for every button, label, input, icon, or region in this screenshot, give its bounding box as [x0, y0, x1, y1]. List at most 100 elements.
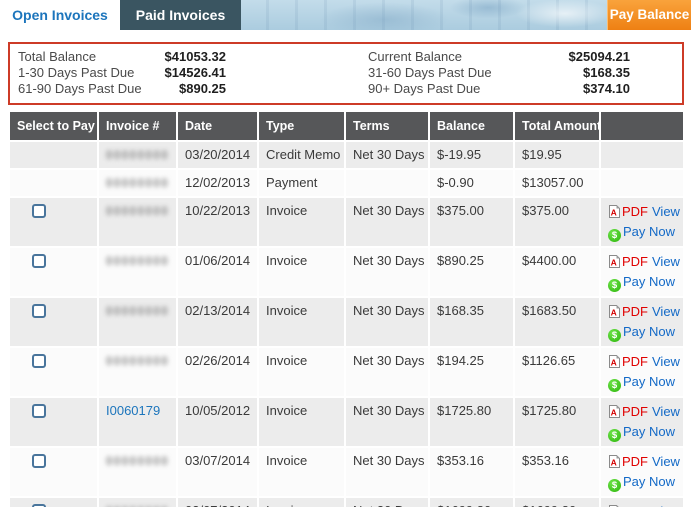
- select-to-pay-cell: [8, 246, 99, 298]
- balance-cell: $1725.80: [428, 396, 515, 448]
- svg-text:A: A: [611, 358, 617, 368]
- pay-balance-button[interactable]: Pay Balance: [607, 0, 691, 30]
- invoice-number-cell: 00000000: [97, 168, 178, 198]
- pay-now-link[interactable]: Pay Now: [623, 374, 675, 389]
- invoice-number-cell: I0060179: [97, 396, 178, 448]
- invoice-number-cell: 00000000: [97, 246, 178, 298]
- select-invoice-checkbox[interactable]: [32, 304, 46, 318]
- view-link[interactable]: View: [652, 354, 680, 369]
- actions-cell: A PDF View $Pay Now: [599, 346, 685, 398]
- total-amount-cell: $1699.80: [513, 496, 601, 507]
- column-header-balance: Balance: [428, 110, 515, 142]
- date-cell: 02/26/2014: [176, 346, 259, 398]
- invoice-number-cell: 00000000: [97, 346, 178, 398]
- pay-now-link[interactable]: Pay Now: [623, 424, 675, 439]
- total-amount-cell: $1725.80: [513, 396, 601, 448]
- select-invoice-checkbox[interactable]: [32, 204, 46, 218]
- column-header-total-amount: Total Amount: [513, 110, 601, 142]
- pay-now-link[interactable]: Pay Now: [623, 474, 675, 489]
- select-to-pay-cell: [8, 296, 99, 348]
- date-cell: 10/22/2013: [176, 196, 259, 248]
- invoice-number-link[interactable]: I0060179: [106, 403, 160, 418]
- invoice-row: I0060179 10/05/2012 Invoice Net 30 Days $172…: [8, 396, 685, 448]
- summary-label: Total Balance: [18, 49, 97, 64]
- pay-now-link[interactable]: Pay Now: [623, 274, 675, 289]
- summary-value: $41053.32: [164, 49, 226, 64]
- view-link[interactable]: View: [652, 254, 680, 269]
- pdf-icon: A: [608, 304, 621, 323]
- pdf-link[interactable]: PDF: [622, 254, 648, 269]
- type-cell: Invoice: [257, 346, 346, 398]
- total-amount-cell: $19.95: [513, 140, 601, 170]
- pay-now-link[interactable]: Pay Now: [623, 324, 675, 339]
- column-header-terms: Terms: [344, 110, 430, 142]
- redacted-invoice-number: 00000000: [106, 306, 170, 318]
- pdf-icon: A: [608, 254, 621, 273]
- pdf-icon: A: [608, 204, 621, 223]
- dollar-icon: $: [608, 279, 621, 292]
- select-invoice-checkbox[interactable]: [32, 354, 46, 368]
- select-invoice-checkbox[interactable]: [32, 404, 46, 418]
- invoice-row: 00000000 03/20/2014 Credit Memo Net 30 Days…: [8, 140, 685, 170]
- invoice-row: 00000000 12/02/2013 Payment $-0.90 $13057.00: [8, 168, 685, 198]
- summary-label: 31-60 Days Past Due: [368, 65, 492, 80]
- tab-paid-invoices[interactable]: Paid Invoices: [120, 0, 241, 30]
- terms-cell: Net 30 Days: [344, 246, 430, 298]
- summary-value: $168.35: [583, 65, 630, 80]
- type-cell: Invoice: [257, 496, 346, 507]
- select-invoice-checkbox[interactable]: [32, 254, 46, 268]
- svg-text:A: A: [611, 208, 617, 218]
- actions-cell: [599, 168, 685, 198]
- redacted-invoice-number: 00000000: [106, 456, 170, 468]
- actions-cell: APDFView$Pay Now: [599, 396, 685, 448]
- pdf-link[interactable]: PDF: [622, 404, 648, 419]
- view-link[interactable]: View: [652, 404, 680, 419]
- invoice-number-cell: 00000000: [97, 496, 178, 507]
- pdf-link[interactable]: PDF: [622, 204, 648, 219]
- pay-now-link[interactable]: Pay Now: [623, 224, 675, 239]
- date-cell: 03/07/2014: [176, 496, 259, 507]
- invoice-number-cell: 00000000: [97, 196, 178, 248]
- terms-cell: Net 30 Days: [344, 496, 430, 507]
- actions-cell: APDFView$Pay Now: [599, 496, 685, 507]
- terms-cell: Net 30 Days: [344, 396, 430, 448]
- select-to-pay-cell: [8, 496, 99, 507]
- balance-cell: $-0.90: [428, 168, 515, 198]
- type-cell: Payment: [257, 168, 346, 198]
- view-link[interactable]: View: [652, 454, 680, 469]
- balance-cell: $375.00: [428, 196, 515, 248]
- actions-cell: APDFView$Pay Now: [599, 196, 685, 248]
- date-cell: 03/20/2014: [176, 140, 259, 170]
- select-to-pay-cell: [8, 196, 99, 248]
- total-amount-cell: $1126.65: [513, 346, 601, 398]
- type-cell: Invoice: [257, 246, 346, 298]
- column-header-actions: [599, 110, 685, 142]
- terms-cell: Net 30 Days: [344, 196, 430, 248]
- dollar-icon: $: [608, 379, 621, 392]
- total-amount-cell: $353.16: [513, 446, 601, 498]
- tab-open-invoices[interactable]: Open Invoices: [0, 0, 120, 30]
- type-cell: Credit Memo: [257, 140, 346, 170]
- view-link[interactable]: View: [652, 204, 680, 219]
- date-cell: 12/02/2013: [176, 168, 259, 198]
- type-cell: Invoice: [257, 196, 346, 248]
- invoice-number-cell: 00000000: [97, 140, 178, 170]
- date-cell: 03/07/2014: [176, 446, 259, 498]
- pdf-link[interactable]: PDF: [622, 454, 648, 469]
- dollar-icon: $: [608, 479, 621, 492]
- balance-cell: $890.25: [428, 246, 515, 298]
- terms-cell: Net 30 Days: [344, 446, 430, 498]
- summary-value: $374.10: [583, 81, 630, 96]
- date-cell: 02/13/2014: [176, 296, 259, 348]
- pdf-link[interactable]: PDF: [622, 354, 648, 369]
- type-cell: Invoice: [257, 446, 346, 498]
- pdf-link[interactable]: PDF: [622, 304, 648, 319]
- total-amount-cell: $375.00: [513, 196, 601, 248]
- view-link[interactable]: View: [652, 304, 680, 319]
- select-to-pay-cell: [8, 346, 99, 398]
- select-invoice-checkbox[interactable]: [32, 454, 46, 468]
- summary-label: 90+ Days Past Due: [368, 81, 481, 96]
- actions-cell: [599, 140, 685, 170]
- redacted-invoice-number: 00000000: [106, 356, 170, 368]
- total-amount-cell: $13057.00: [513, 168, 601, 198]
